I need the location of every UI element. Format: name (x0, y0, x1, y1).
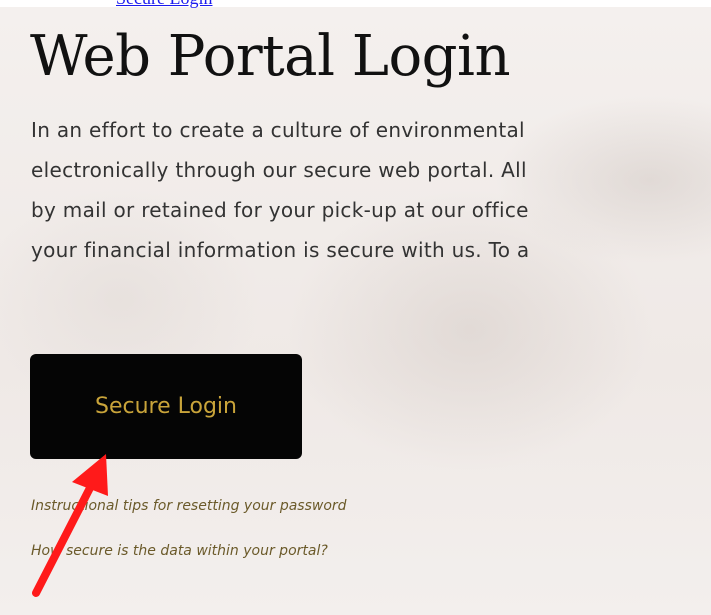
page-title: Web Portal Login (30, 24, 511, 89)
data-security-link[interactable]: How secure is the data within your porta… (31, 543, 328, 559)
page: Secure Login Web Portal Login In an effo… (0, 0, 711, 615)
top-strip: Secure Login (0, 0, 711, 9)
intro-paragraph: In an effort to create a culture of envi… (31, 110, 711, 270)
password-tips-link[interactable]: Instructional tips for resetting your pa… (31, 498, 347, 514)
intro-line: your financial information is secure wit… (31, 238, 530, 262)
secure-login-button[interactable]: Secure Login (30, 354, 302, 459)
intro-line: by mail or retained for your pick-up at … (31, 198, 529, 222)
background-photo (0, 0, 711, 615)
top-secure-login-link[interactable]: Secure Login (116, 0, 212, 9)
intro-line: In an effort to create a culture of envi… (31, 118, 525, 142)
intro-line: electronically through our secure web po… (31, 158, 527, 182)
